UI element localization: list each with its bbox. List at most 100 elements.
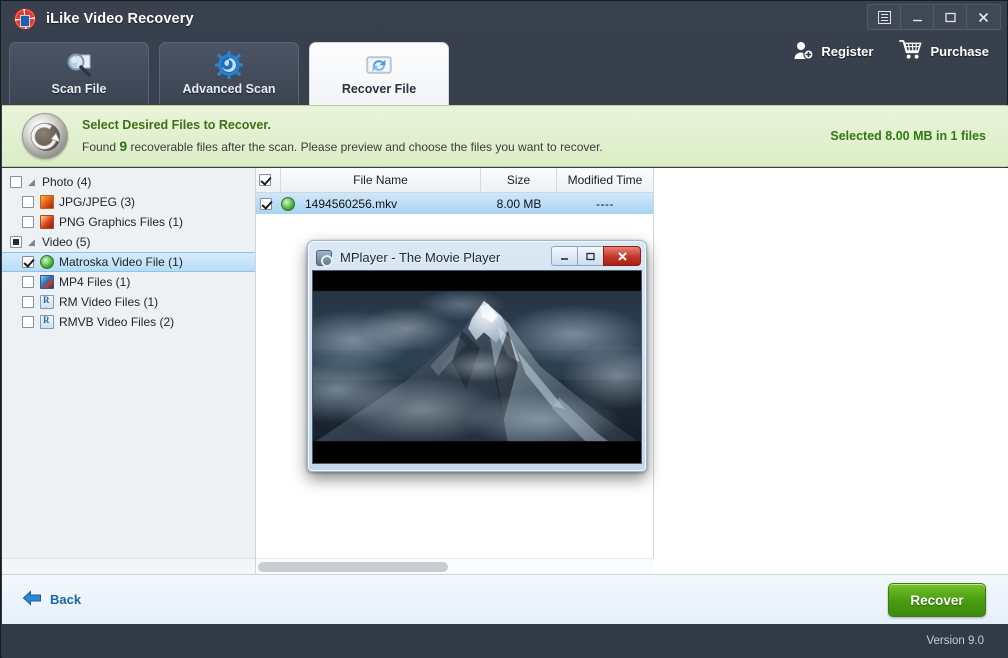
minimize-icon[interactable]	[901, 5, 934, 29]
mplayer-close-button[interactable]	[603, 246, 641, 266]
tree-item-0[interactable]: ◢ Photo (4)	[2, 172, 255, 192]
scrollbar-thumb[interactable]	[258, 562, 448, 572]
tree-item-checkbox[interactable]	[22, 276, 34, 288]
tree-item-2[interactable]: PNG Graphics Files (1)	[2, 212, 255, 232]
banner-text: Select Desired Files to Recover. Found 9…	[82, 118, 603, 154]
maximize-icon[interactable]	[934, 5, 967, 29]
banner-subtitle: Found 9 recoverable files after the scan…	[82, 138, 603, 154]
tree-item-checkbox[interactable]	[22, 316, 34, 328]
tree-item-checkbox[interactable]	[22, 296, 34, 308]
row-checkbox[interactable]	[259, 197, 272, 210]
mplayer-title-bar: MPlayer - The Movie Player	[312, 245, 642, 270]
recover-button[interactable]: Recover	[888, 583, 986, 617]
expand-caret-icon[interactable]: ◢	[28, 177, 40, 188]
back-button[interactable]: Back	[22, 590, 81, 609]
banner-title: Select Desired Files to Recover.	[82, 118, 271, 132]
tab-recover-file[interactable]: Recover File	[309, 42, 449, 105]
column-file-name[interactable]: File Name	[281, 168, 481, 192]
sidebar-scrollbar[interactable]	[2, 558, 255, 574]
row-file-name: 1494560256.mkv	[305, 196, 398, 211]
tree-item-7[interactable]: RMVB Video Files (2)	[2, 312, 255, 332]
mplayer-icon	[316, 249, 333, 267]
row-size: 8.00 MB	[496, 196, 542, 211]
row-file-name-cell: 1494560256.mkv	[281, 193, 481, 214]
mplayer-minimize-button[interactable]	[551, 246, 578, 266]
window-controls	[867, 4, 1001, 30]
tree-item-label: PNG Graphics Files (1)	[59, 215, 184, 229]
banner-sub-before: Found	[82, 140, 120, 154]
purchase-button[interactable]: Purchase	[899, 39, 989, 63]
footer-bar: Back Recover	[2, 574, 1008, 624]
register-button[interactable]: Register	[793, 40, 873, 63]
row-modified-time: ----	[596, 196, 614, 211]
app-title: iLike Video Recovery	[46, 11, 194, 27]
tree-item-label: RMVB Video Files (2)	[59, 315, 175, 329]
recovery-circle-icon	[22, 113, 68, 159]
register-label: Register	[821, 43, 874, 59]
close-icon[interactable]	[967, 5, 1000, 29]
rm-file-icon	[40, 295, 54, 309]
rm-file-icon	[40, 315, 54, 329]
version-label: Version 9.0	[926, 635, 984, 647]
mplayer-title: MPlayer - The Movie Player	[340, 250, 501, 265]
purchase-label: Purchase	[930, 43, 989, 59]
tree-item-label: MP4 Files (1)	[59, 275, 131, 289]
tree-item-4[interactable]: Matroska Video File (1)	[2, 252, 255, 272]
banner-count: 9	[119, 138, 128, 154]
select-all-header[interactable]	[256, 168, 281, 192]
tab-advanced-scan[interactable]: Advanced Scan	[159, 42, 299, 104]
tree-item-checkbox[interactable]	[10, 236, 22, 248]
user-add-icon	[793, 40, 815, 63]
recover-drive-icon	[364, 50, 394, 80]
magnifier-icon	[64, 50, 94, 80]
shopping-cart-icon	[899, 39, 923, 63]
tab-scan-file-label: Scan File	[51, 82, 107, 96]
tree-item-6[interactable]: RM Video Files (1)	[2, 292, 255, 312]
tree-item-checkbox[interactable]	[10, 176, 22, 188]
gear-icon	[214, 50, 244, 80]
tab-bar: Scan File Advanced Scan Recover File	[9, 42, 449, 105]
mp4-file-icon	[40, 275, 54, 289]
tree-item-checkbox[interactable]	[22, 216, 34, 228]
tree-item-label: RM Video Files (1)	[59, 295, 159, 309]
tree-item-label: Photo (4)	[42, 175, 92, 189]
menu-button[interactable]	[868, 5, 901, 29]
status-banner: Select Desired Files to Recover. Found 9…	[2, 105, 1008, 167]
title-bar: iLike Video Recovery	[1, 1, 1007, 37]
column-size[interactable]: Size	[481, 168, 557, 192]
tree-item-label: Matroska Video File (1)	[59, 255, 183, 269]
tree-rows: ◢ Photo (4) JPG/JPEG (3) PNG Graphics Files…	[2, 172, 255, 332]
tree-item-5[interactable]: MP4 Files (1)	[2, 272, 255, 292]
file-list-horizontal-scrollbar[interactable]	[256, 558, 654, 574]
column-modified-time[interactable]: Modified Time	[557, 168, 653, 192]
tab-advanced-scan-label: Advanced Scan	[182, 82, 276, 96]
mplayer-video-surface[interactable]	[312, 270, 642, 464]
mplayer-restore-button[interactable]	[577, 246, 604, 266]
mplayer-window-controls	[551, 246, 641, 266]
table-row[interactable]: 1494560256.mkv 8.00 MB ----	[256, 193, 653, 214]
png-file-icon	[40, 215, 54, 229]
video-frame-mountain	[313, 271, 641, 463]
selection-status: Selected 8.00 MB in 1 files	[830, 129, 986, 143]
tree-item-label: Video (5)	[42, 235, 91, 249]
tree-item-checkbox[interactable]	[22, 256, 34, 268]
mplayer-window[interactable]: MPlayer - The Movie Player	[307, 240, 647, 472]
mkv-file-icon	[40, 255, 54, 269]
select-all-checkbox[interactable]	[259, 174, 271, 186]
tree-item-checkbox[interactable]	[22, 196, 34, 208]
tab-scan-file[interactable]: Scan File	[9, 42, 149, 104]
tree-item-1[interactable]: JPG/JPEG (3)	[2, 192, 255, 212]
tree-item-3[interactable]: ◢ Video (5)	[2, 232, 255, 252]
header-actions: Register Purchase	[793, 39, 989, 63]
expand-caret-icon[interactable]: ◢	[28, 237, 40, 248]
application-window: iLike Video Recovery Scan File Advanced …	[0, 0, 1008, 658]
tree-item-label: JPG/JPEG (3)	[59, 195, 136, 209]
preview-pane	[654, 168, 1008, 574]
status-bar: Version 9.0	[2, 624, 1008, 658]
file-type-tree[interactable]: ◢ Photo (4) JPG/JPEG (3) PNG Graphics Files…	[2, 168, 256, 574]
banner-sub-after: recoverable files after the scan. Please…	[127, 140, 603, 154]
file-list-rows: 1494560256.mkv 8.00 MB ----	[256, 193, 653, 214]
tab-recover-file-label: Recover File	[341, 82, 417, 96]
jpg-file-icon	[40, 195, 54, 209]
row-checkbox-cell[interactable]	[256, 193, 281, 214]
